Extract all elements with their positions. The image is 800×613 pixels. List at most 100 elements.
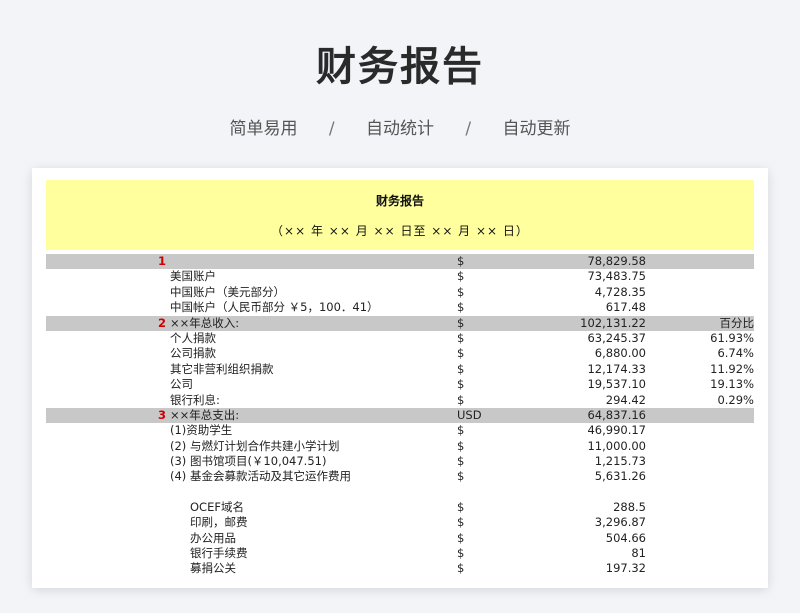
- table-row: 办公用品 $504.66: [46, 531, 754, 546]
- amount-cell: 63,245.37: [587, 330, 646, 345]
- row-label: 银行手续费: [190, 546, 248, 561]
- spacer-row: [46, 485, 754, 500]
- amount-cell: 73,483.75: [587, 269, 646, 284]
- row-label: ××年总收入:: [170, 315, 240, 330]
- percent-cell: 6.74%: [717, 346, 754, 361]
- row-label: 募捐公关: [190, 561, 236, 576]
- table-row: 银行手续费 $81: [46, 546, 754, 561]
- table-row: 公司 $19,537.10 19.13%: [46, 377, 754, 392]
- section-number: 3: [158, 407, 167, 422]
- currency-cell: $: [457, 499, 465, 514]
- amount-cell: 4,728.35: [594, 284, 646, 299]
- row-label: ××年总支出:: [170, 407, 240, 422]
- currency-cell: $: [457, 530, 465, 545]
- currency-cell: $: [457, 561, 465, 576]
- currency-cell: $: [457, 392, 465, 407]
- currency-cell: $: [457, 423, 465, 438]
- amount-cell: 102,131.22: [580, 315, 646, 330]
- amount-cell: 197.32: [605, 561, 646, 576]
- currency-cell: $: [457, 284, 465, 299]
- table-row: 中国帐户（人民币部分 ￥5，100．41） $617.48: [46, 300, 754, 315]
- amount-cell: 81: [631, 546, 646, 561]
- report-sheet: 财务报告 （×× 年 ×× 月 ×× 日至 ×× 月 ×× 日） 1 $78,82…: [32, 168, 768, 588]
- table-row: 个人捐款 $63,245.37 61.93%: [46, 331, 754, 346]
- currency-cell: $: [457, 546, 465, 561]
- currency-cell: $: [457, 269, 465, 284]
- table-row: (2) 与燃灯计划合作共建小学计划 $11,000.00: [46, 439, 754, 454]
- row-label: 印刷，邮费: [190, 515, 248, 530]
- table-row: (4) 基金会募款活动及其它运作费用 $5,631.26: [46, 469, 754, 484]
- table-row: OCEF域名 $288.5: [46, 500, 754, 515]
- row-label: (1)资助学生: [170, 423, 233, 438]
- table-row: 募捐公关 $197.32: [46, 561, 754, 576]
- amount-cell: 78,829.58: [587, 254, 646, 268]
- amount-cell: 5,631.26: [594, 469, 646, 484]
- section-number: 1: [158, 254, 167, 268]
- table-row: 银行利息: $294.42 0.29%: [46, 393, 754, 408]
- currency-cell: $: [457, 361, 465, 376]
- feature-easy: 简单易用: [229, 119, 298, 139]
- amount-cell: 11,000.00: [587, 438, 646, 453]
- page-title: 财务报告: [316, 44, 484, 90]
- row-label: 银行利息:: [170, 392, 220, 407]
- amount-cell: 19,537.10: [587, 377, 646, 392]
- separator: /: [465, 119, 472, 139]
- row-label: (3) 图书馆项目(￥10,047.51): [170, 454, 327, 469]
- section-row: 2 ××年总收入: $102,131.22 百分比: [46, 315, 755, 331]
- row-label: 办公用品: [190, 530, 236, 545]
- amount-cell: 1,215.73: [594, 454, 646, 469]
- amount-cell: 46,990.17: [587, 423, 646, 438]
- section-number: 2: [158, 315, 167, 330]
- currency-cell: $: [457, 346, 465, 361]
- amount-cell: 64,837.16: [587, 407, 646, 422]
- amount-cell: 617.48: [605, 300, 646, 315]
- currency-cell: $: [457, 254, 465, 268]
- table-row: 美国账户 $73,483.75: [46, 269, 754, 284]
- percent-cell: 百分比: [719, 315, 755, 330]
- row-label: 中国账户（美元部分）: [170, 284, 285, 299]
- currency-cell: $: [457, 330, 465, 345]
- section-row: 3 ××年总支出: USD 64,837.16: [46, 407, 754, 424]
- row-label: (2) 与燃灯计划合作共建小学计划: [170, 438, 340, 453]
- percent-cell: 0.29%: [717, 392, 754, 407]
- feature-auto-update: 自动更新: [502, 119, 571, 139]
- feature-tagline: 简单易用 / 自动统计 / 自动更新: [0, 114, 800, 139]
- amount-cell: 294.42: [605, 392, 646, 407]
- row-label: 公司: [170, 377, 193, 392]
- row-label: 中国帐户（人民币部分 ￥5，100．41）: [170, 300, 379, 315]
- row-label: OCEF域名: [190, 499, 244, 514]
- currency-cell: $: [457, 469, 465, 484]
- table-row: (3) 图书馆项目(￥10,047.51) $1,215.73: [46, 454, 754, 469]
- feature-auto-stats: 自动统计: [366, 119, 434, 139]
- report-date-range: （×× 年 ×× 月 ×× 日至 ×× 月 ×× 日）: [271, 224, 529, 238]
- report-table: 1 $78,829.58 美国账户 $73,483.75 中国账户（美元部分） $4,72…: [46, 254, 754, 577]
- currency-cell: $: [457, 454, 465, 469]
- table-row: (1)资助学生 $46,990.17: [46, 423, 754, 438]
- table-row: 中国账户（美元部分） $4,728.35: [46, 285, 754, 300]
- amount-cell: 3,296.87: [594, 515, 646, 530]
- row-label: (4) 基金会募款活动及其它运作费用: [170, 469, 351, 484]
- amount-cell: 12,174.33: [587, 361, 646, 376]
- amount-cell: 504.66: [605, 530, 646, 545]
- percent-cell: 11.92%: [710, 361, 754, 376]
- row-label: 美国账户: [170, 269, 216, 284]
- report-header: 财务报告 （×× 年 ×× 月 ×× 日至 ×× 月 ×× 日）: [46, 180, 754, 250]
- currency-cell: $: [457, 438, 465, 453]
- currency-cell: $: [457, 300, 465, 315]
- amount-cell: 288.5: [613, 499, 646, 514]
- currency-cell: $: [457, 377, 465, 392]
- section-row: 1 $78,829.58: [46, 254, 754, 270]
- currency-cell: USD: [457, 407, 482, 422]
- currency-cell: $: [457, 315, 465, 330]
- table-row: 其它非营利组织捐款 $12,174.33 11.92%: [46, 362, 754, 377]
- report-title: 财务报告: [375, 194, 424, 208]
- amount-cell: 6,880.00: [594, 346, 646, 361]
- table-row: 公司捐款 $6,880.00 6.74%: [46, 346, 754, 361]
- table-row: 印刷，邮费 $3,296.87: [46, 515, 754, 530]
- percent-cell: 19.13%: [710, 377, 754, 392]
- percent-cell: 61.93%: [710, 330, 754, 345]
- row-label: 公司捐款: [170, 346, 216, 361]
- separator: /: [328, 119, 335, 139]
- row-label: 个人捐款: [170, 330, 216, 345]
- currency-cell: $: [457, 515, 465, 530]
